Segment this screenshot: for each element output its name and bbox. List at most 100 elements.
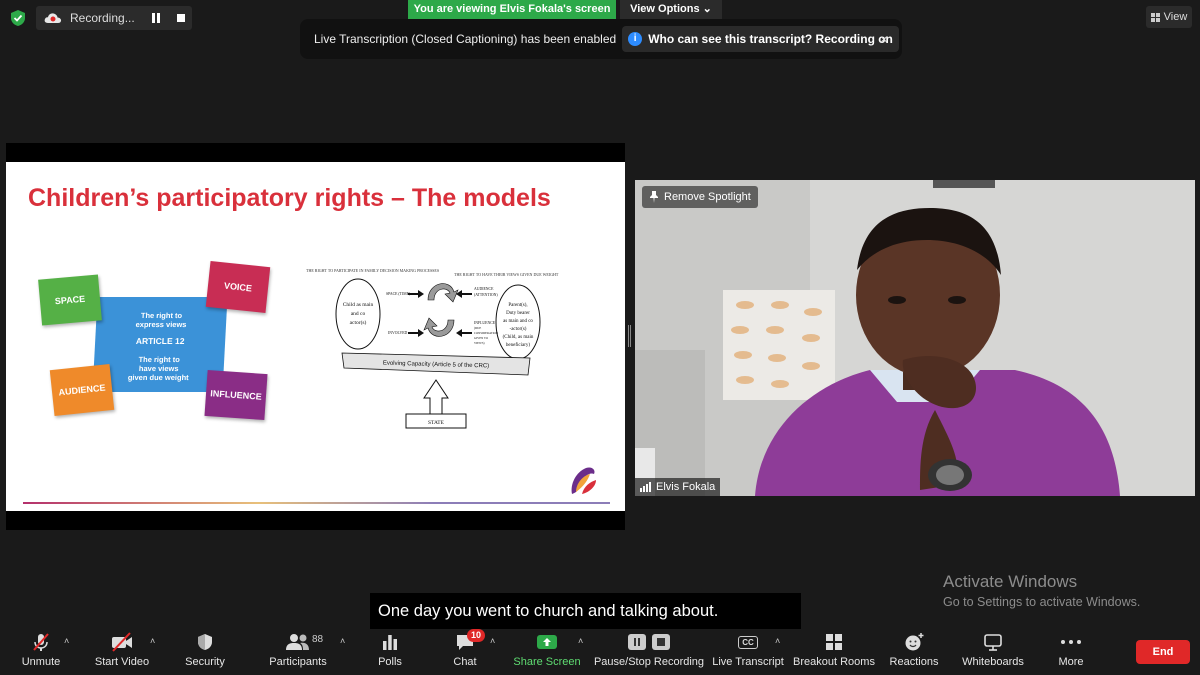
diagram-right-header: THE RIGHT TO HAVE THEIR VIEWS GIVEN DUE … xyxy=(454,272,559,277)
a12-line4: have views xyxy=(138,364,179,373)
live-caption: One day you went to church and talking a… xyxy=(370,593,801,629)
live-transcript-label: Live Transcript xyxy=(712,656,784,668)
cc-icon: CC xyxy=(738,628,758,656)
parent-line1: Parent(s), xyxy=(508,303,527,308)
meeting-toolbar: Unmute ˄ Start Video ˄ Security Particip… xyxy=(0,628,1200,675)
view-button-label: View xyxy=(1163,11,1188,23)
polls-icon xyxy=(381,628,399,656)
video-options-chevron-icon[interactable]: ˄ xyxy=(150,636,155,646)
polls-button[interactable]: Polls xyxy=(375,628,405,675)
influence-label-5: VIEWS) xyxy=(474,341,485,345)
parent-line3: as main and co xyxy=(503,319,533,324)
influence-label-4: GIVEN TO xyxy=(474,336,489,340)
participants-label: Participants xyxy=(269,656,327,668)
unmute-button[interactable]: Unmute xyxy=(18,628,64,675)
breakout-rooms-button[interactable]: Breakout Rooms xyxy=(793,628,875,675)
share-screen-icon xyxy=(536,628,558,656)
a12-line2: express views xyxy=(135,320,187,329)
article12-graphic: The right to express views ARTICLE 12 Th… xyxy=(38,260,280,427)
view-options-label: View Options xyxy=(630,3,700,15)
whiteboards-label: Whiteboards xyxy=(962,656,1024,668)
share-screen-label: Share Screen xyxy=(513,656,581,668)
viewing-screen-banner: You are viewing Elvis Fokala's screen xyxy=(408,0,616,19)
signal-strength-icon xyxy=(640,482,651,492)
involved-label: INVOLVED xyxy=(388,331,408,335)
arrow-right-2 xyxy=(408,329,424,337)
chat-unread-badge: 10 xyxy=(467,629,486,642)
shield-icon xyxy=(195,628,215,656)
recording-label: Recording... xyxy=(70,11,135,25)
transcription-notification: Live Transcription (Closed Captioning) h… xyxy=(300,19,902,59)
security-button[interactable]: Security xyxy=(182,628,228,675)
security-shield-icon[interactable] xyxy=(8,8,28,28)
audience-label-1: AUDIENCE xyxy=(474,287,494,291)
chevron-down-icon: ⌄ xyxy=(702,3,712,15)
split-divider-handle[interactable] xyxy=(628,325,631,347)
activate-windows-watermark: Activate Windows Go to Settings to activ… xyxy=(943,572,1140,609)
space-box: SPACE xyxy=(38,274,102,326)
end-meeting-button[interactable]: End xyxy=(1136,640,1190,664)
reactions-button[interactable]: Reactions xyxy=(890,628,938,675)
more-button[interactable]: More xyxy=(1054,628,1088,675)
info-icon: i xyxy=(628,32,643,46)
stop-recording-icon[interactable] xyxy=(176,13,186,23)
live-transcript-button[interactable]: CC Live Transcript xyxy=(712,628,784,675)
a12-article: ARTICLE 12 xyxy=(135,336,185,346)
pause-stop-recording-button[interactable]: Pause/Stop Recording xyxy=(593,628,705,675)
shared-screen: Children’s participatory rights – The mo… xyxy=(6,143,625,530)
whiteboards-button[interactable]: Whiteboards xyxy=(960,628,1026,675)
whiteboard-icon xyxy=(983,628,1003,656)
chat-chevron-icon[interactable]: ˄ xyxy=(490,636,495,646)
view-button[interactable]: View xyxy=(1146,6,1192,28)
audience-label-2: (ATTENTION) xyxy=(474,293,498,297)
who-can-see-button[interactable]: i Who can see this transcript? Recording… xyxy=(622,26,899,52)
audio-options-chevron-icon[interactable]: ˄ xyxy=(64,636,69,646)
participants-chevron-icon[interactable]: ˄ xyxy=(340,636,345,646)
arrow-left-1 xyxy=(456,290,472,298)
remove-spotlight-label: Remove Spotlight xyxy=(664,191,751,203)
parent-line2: Duty bearer xyxy=(506,311,530,316)
parent-line6: beneficiary) xyxy=(506,343,530,348)
polls-label: Polls xyxy=(378,656,402,668)
breakout-rooms-icon xyxy=(824,628,844,656)
speaker-video-image xyxy=(635,180,1195,496)
child-line3: actor(s) xyxy=(350,319,367,326)
audience-box: AUDIENCE xyxy=(49,363,115,417)
a12-line5: given due weight xyxy=(127,373,189,382)
child-line1: Child as main xyxy=(343,302,374,308)
share-screen-button[interactable]: Share Screen xyxy=(513,628,581,675)
start-video-button[interactable]: Start Video xyxy=(92,628,152,675)
participant-name: Elvis Fokala xyxy=(656,481,716,493)
participation-diagram: THE RIGHT TO PARTICIPATE IN FAMILY DECIS… xyxy=(302,262,562,437)
security-label: Security xyxy=(185,656,225,668)
more-dots-icon xyxy=(1060,628,1082,656)
video-off-icon xyxy=(110,628,134,656)
influence-label-1: INFLUENCE xyxy=(474,321,496,325)
presentation-slide: Children’s participatory rights – The mo… xyxy=(6,162,625,511)
participant-name-tag: Elvis Fokala xyxy=(635,478,721,496)
unmute-label: Unmute xyxy=(21,656,61,668)
space-label: SPACE (TIME) xyxy=(386,292,411,296)
pause-stop-label: Pause/Stop Recording xyxy=(593,656,705,668)
pause-stop-icons xyxy=(627,628,671,656)
pause-recording-icon[interactable] xyxy=(152,13,162,23)
cycle-arrow-bottom xyxy=(423,317,455,337)
pause-icon xyxy=(628,634,646,650)
start-video-label: Start Video xyxy=(94,656,150,668)
close-icon[interactable]: × xyxy=(880,31,888,47)
a12-line1: The right to xyxy=(140,311,183,320)
share-options-chevron-icon[interactable]: ˄ xyxy=(578,636,583,646)
breakout-rooms-label: Breakout Rooms xyxy=(793,656,875,668)
diagram-left-header: THE RIGHT TO PARTICIPATE IN FAMILY DECIS… xyxy=(306,268,439,273)
transcript-chevron-icon[interactable]: ˄ xyxy=(775,636,780,646)
organisation-logo xyxy=(571,467,596,494)
recording-indicator: Recording... xyxy=(36,6,192,30)
remove-spotlight-button[interactable]: Remove Spotlight xyxy=(642,186,758,208)
voice-box: VOICE xyxy=(205,260,271,314)
slide-footer-line xyxy=(23,502,610,504)
state-arrow xyxy=(423,379,449,415)
cc-icon-text: CC xyxy=(738,635,758,649)
view-options-button[interactable]: View Options ⌄ xyxy=(620,0,722,19)
cycle-arrow-top xyxy=(427,283,459,303)
reactions-icon xyxy=(903,628,925,656)
